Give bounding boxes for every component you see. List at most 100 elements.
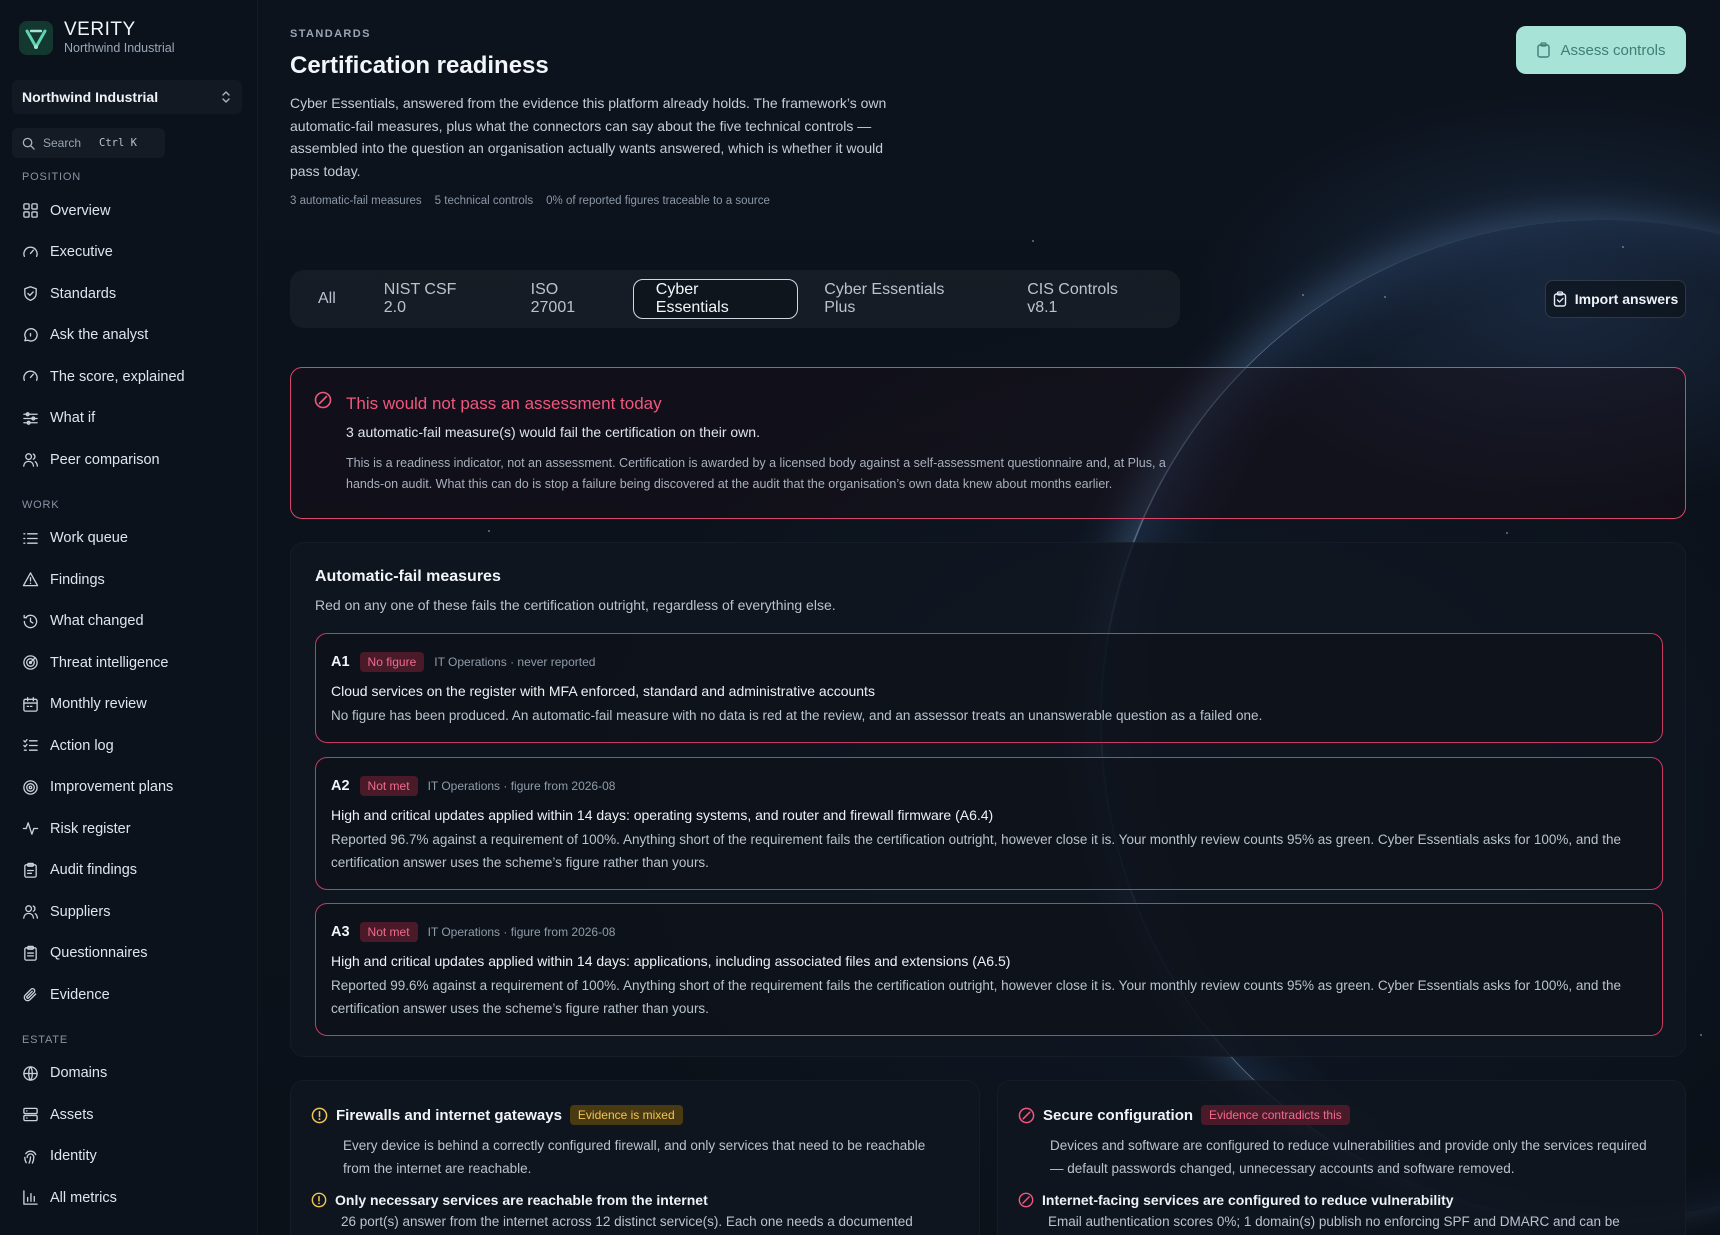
control-description-line: — default passwords changed, unnecessary… (1050, 1160, 1515, 1176)
measure-card-a1[interactable]: A1 No figure IT Operations · never repor… (315, 633, 1663, 743)
import-answers-button[interactable]: Import answers (1545, 280, 1686, 318)
sidebar-item-label: Improvement plans (50, 779, 174, 796)
sidebar-item-action-log[interactable]: Action log (12, 725, 246, 767)
sidebar-item-the-score-explained[interactable]: The score, explained (12, 356, 246, 398)
sidebar-item-standards[interactable]: Standards (12, 273, 246, 315)
sidebar-item-label: What changed (50, 613, 144, 630)
star-decoration (1384, 296, 1386, 298)
measure-status-badge: Not met (359, 776, 418, 796)
sidebar-item-suppliers[interactable]: Suppliers (12, 891, 246, 933)
tab-iso-27001[interactable]: ISO 27001 (509, 279, 629, 319)
sidebar-item-ask-the-analyst[interactable]: Ask the analyst (12, 315, 246, 357)
sidebar-item-all-metrics[interactable]: All metrics (12, 1177, 246, 1219)
nav-section-gap (12, 1016, 246, 1031)
users-icon (23, 453, 39, 468)
nav-section-gap (12, 481, 246, 496)
sidebar-item-domains[interactable]: Domains (12, 1053, 246, 1095)
sidebar-item-identity[interactable]: Identity (12, 1136, 246, 1178)
measure-code: A2 (331, 778, 350, 794)
readiness-alert: This would not pass an assessment today … (290, 367, 1686, 519)
star-decoration (1032, 240, 1034, 242)
control-card-firewalls[interactable]: Firewalls and internet gateways Evidence… (290, 1080, 980, 1235)
sidebar-item-label: Identity (50, 1148, 97, 1165)
sidebar-item-label: Risk register (50, 820, 131, 837)
nav-section-label: WORK (22, 498, 60, 511)
measure-title: High and critical updates applied within… (331, 807, 994, 823)
globe-icon (23, 1065, 38, 1081)
tab-cis-controls-v8-1[interactable]: CIS Controls v8.1 (1005, 279, 1174, 319)
sidebar: VERITY Northwind Industrial Northwind In… (0, 0, 258, 1235)
tab-cyber-essentials[interactable]: Cyber Essentials (632, 279, 799, 319)
control-title: Firewalls and internet gateways (336, 1106, 562, 1124)
sidebar-item-evidence[interactable]: Evidence (12, 974, 246, 1016)
list-icon (23, 532, 38, 544)
sidebar-item-work-queue[interactable]: Work queue (12, 518, 246, 560)
search-placeholder: Search (43, 136, 82, 150)
brand-org: Northwind Industrial (64, 41, 175, 55)
sidebar-item-risk-register[interactable]: Risk register (12, 808, 246, 850)
sidebar-item-what-if[interactable]: What if (12, 398, 246, 440)
sidebar-item-what-changed[interactable]: What changed (12, 601, 246, 643)
sidebar-item-label: Domains (50, 1065, 108, 1082)
measure-header: A2 Not met IT Operations · figure from 2… (331, 775, 1647, 797)
target-icon (23, 779, 38, 795)
search-input[interactable]: Search Ctrl K (12, 128, 165, 158)
sidebar-item-overview[interactable]: Overview (12, 190, 246, 232)
star-decoration (1302, 294, 1304, 296)
sidebar-item-findings[interactable]: Findings (12, 559, 246, 601)
sidebar-item-threat-intelligence[interactable]: Threat intelligence (12, 642, 246, 684)
sidebar-item-label: Work queue (50, 530, 128, 547)
measure-body: Reported 96.7% against a requirement of … (331, 832, 1621, 870)
assess-controls-label: Assess controls (1560, 41, 1666, 59)
assess-controls-button[interactable]: Assess controls (1516, 26, 1686, 74)
sidebar-item-label: Overview (50, 202, 111, 219)
radar-icon (23, 655, 38, 671)
control-description-line: Devices and software are configured to r… (1050, 1138, 1647, 1153)
sidebar-item-label: Ask the analyst (50, 327, 149, 344)
control-check-label: Internet-facing services are configured … (1042, 1192, 1454, 1208)
warning-circle-icon (311, 1192, 327, 1208)
chat-icon (24, 327, 38, 342)
sidebar-item-label: Peer comparison (50, 451, 160, 468)
chevron-up-down-icon (222, 91, 230, 103)
sidebar-item-audit-findings[interactable]: Audit findings (12, 850, 246, 892)
history-icon (23, 614, 38, 629)
clipboard-list-icon (24, 945, 37, 961)
gauge-icon (23, 370, 38, 382)
meta-item: 5 technical controls (434, 195, 534, 207)
x-circle-icon (314, 391, 332, 409)
sidebar-item-questionnaires[interactable]: Questionnaires (12, 933, 246, 975)
auto-fail-subtitle: Red on any one of these fails the certif… (315, 597, 836, 613)
sidebar-item-label: Threat intelligence (50, 654, 169, 671)
sidebar-item-monthly-review[interactable]: Monthly review (12, 684, 246, 726)
sidebar-item-assets[interactable]: Assets (12, 1094, 246, 1136)
clipboard-import-icon (1553, 291, 1566, 307)
sidebar-item-label: The score, explained (50, 368, 185, 385)
sidebar-item-peer-comparison[interactable]: Peer comparison (12, 439, 246, 481)
auto-fail-panel: Automatic-fail measures Red on any one o… (290, 542, 1686, 1057)
bar-chart-icon (23, 1190, 38, 1206)
app-root: VERITY Northwind Industrial Northwind In… (0, 0, 1720, 1235)
sidebar-item-improvement-plans[interactable]: Improvement plans (12, 767, 246, 809)
brand[interactable]: VERITY Northwind Industrial (18, 20, 174, 56)
measure-card-a3[interactable]: A3 Not met IT Operations · figure from 2… (315, 903, 1663, 1036)
control-check-title: Internet-facing services are configured … (1018, 1192, 1454, 1208)
control-check-title: Only necessary services are reachable fr… (311, 1192, 708, 1208)
sliders-icon (23, 411, 38, 425)
sidebar-item-executive[interactable]: Executive (12, 232, 246, 274)
meta-item: 0% of reported figures traceable to a so… (546, 195, 770, 207)
control-card-secure-config[interactable]: Secure configuration Evidence contradict… (997, 1080, 1686, 1235)
control-header: Firewalls and internet gateways Evidence… (311, 1105, 683, 1125)
warning-icon (22, 572, 39, 587)
tab-nist-csf-2-0[interactable]: NIST CSF 2.0 (362, 279, 505, 319)
measure-code: A3 (331, 924, 350, 940)
sidebar-nav: POSITION Overview Executive Standards Ask th… (12, 168, 246, 1219)
tab-cyber-essentials-plus[interactable]: Cyber Essentials Plus (802, 279, 1001, 319)
measure-card-a2[interactable]: A2 Not met IT Operations · figure from 2… (315, 757, 1663, 890)
alert-note: This is a readiness indicator, not an as… (346, 456, 1166, 491)
sidebar-item-label: Audit findings (50, 862, 138, 879)
sidebar-item-label: Findings (50, 571, 105, 588)
checklist-icon (23, 739, 38, 752)
tab-all[interactable]: All (296, 279, 358, 319)
org-selector[interactable]: Northwind Industrial (12, 80, 242, 114)
